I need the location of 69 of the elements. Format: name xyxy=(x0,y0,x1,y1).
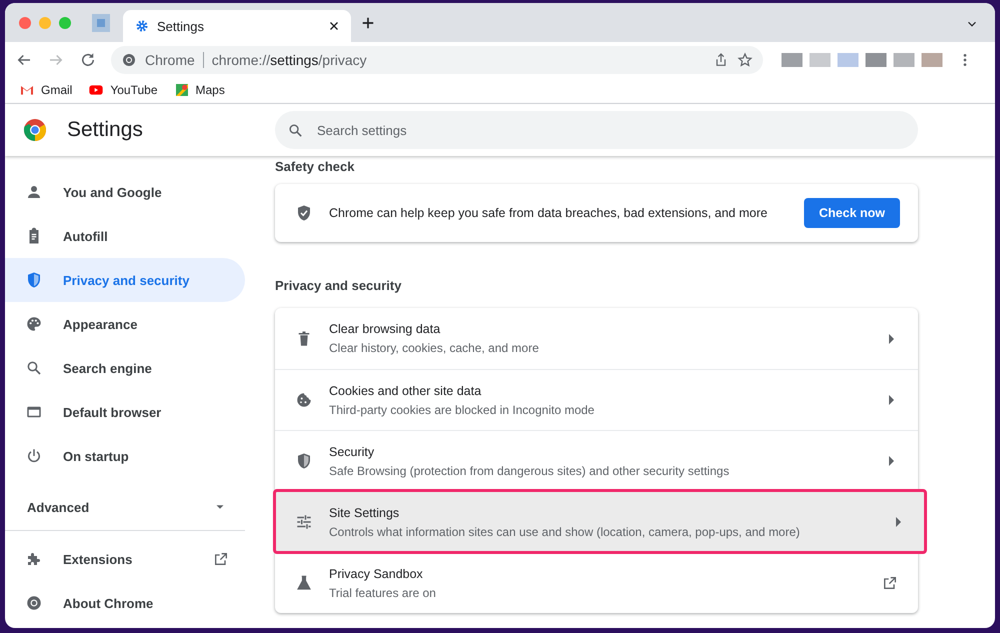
arrow-icon xyxy=(889,456,894,466)
blurred-extension-icon[interactable] xyxy=(893,52,915,66)
gear-icon xyxy=(135,19,149,33)
arrow-icon xyxy=(889,395,894,405)
page-title: Settings xyxy=(67,118,143,142)
sidebar-item[interactable]: About Chrome xyxy=(5,581,245,625)
advanced-toggle[interactable]: Advanced xyxy=(5,484,245,530)
sliders-icon xyxy=(295,513,313,531)
section-heading: Privacy and security xyxy=(275,276,402,295)
bookmark-link[interactable]: Maps xyxy=(174,82,225,98)
power-icon xyxy=(25,447,43,465)
close-window-button[interactable] xyxy=(19,16,31,28)
blurred-extension-icon[interactable] xyxy=(837,52,859,66)
check-now-button[interactable]: Check now xyxy=(804,198,900,228)
puzzle-icon xyxy=(25,550,43,568)
section-heading: Safety check xyxy=(275,158,356,176)
sidebar-item[interactable]: You and Google xyxy=(5,170,245,214)
search-icon xyxy=(25,359,43,377)
row-subtitle: Controls what information sites can use and show (location, camera, pop-ups, and more) xyxy=(329,524,801,538)
zoom-window-button[interactable] xyxy=(59,16,71,28)
site-name-label: Chrome xyxy=(145,52,195,68)
sidebar-item[interactable]: On startup xyxy=(5,434,245,478)
row-subtitle: Trial features are on xyxy=(329,586,437,600)
blurred-extension-icon[interactable] xyxy=(809,52,831,66)
advanced-label: Advanced xyxy=(27,500,90,514)
flask-icon xyxy=(295,574,313,592)
blurred-extension-icon[interactable] xyxy=(865,52,887,66)
row-title: Security xyxy=(329,444,376,458)
settings-row[interactable]: Clear browsing data Clear history, cookies, cache, and more xyxy=(275,308,918,369)
blurred-extension-icon[interactable] xyxy=(921,52,943,66)
settings-row[interactable]: Cookies and other site data Third-party cookies are blocked in Incognito mode xyxy=(275,369,918,430)
sidebar-item[interactable]: Default browser xyxy=(5,390,245,434)
sidebar-item[interactable]: Extensions xyxy=(5,537,245,581)
bookmark-link[interactable]: Gmail xyxy=(19,82,72,98)
row-title: Site Settings xyxy=(329,506,400,520)
reload-icon[interactable] xyxy=(79,50,97,68)
person-icon xyxy=(25,183,43,201)
blurred-extension-icon[interactable] xyxy=(781,52,803,66)
external-link-icon xyxy=(882,575,898,591)
shield-icon xyxy=(25,271,43,289)
row-title: Clear browsing data xyxy=(329,322,442,336)
row-subtitle: Safe Browsing (protection from dangerous sites) and other security settings xyxy=(329,464,730,478)
bookmark-link[interactable]: YouTube xyxy=(88,82,158,98)
arrow-icon xyxy=(896,517,901,527)
external-link-icon xyxy=(213,551,229,567)
cookie-icon xyxy=(295,391,313,409)
search-icon xyxy=(287,122,304,138)
row-title: Privacy Sandbox xyxy=(329,566,424,580)
sidebar-item[interactable]: Appearance xyxy=(5,302,245,346)
arrow-icon xyxy=(889,334,894,344)
settings-row[interactable]: Privacy Sandbox Trial features are on xyxy=(275,552,918,613)
sidebar-item[interactable]: Search engine xyxy=(5,346,245,390)
row-subtitle: Clear history, cookies, cache, and more xyxy=(329,341,540,355)
row-subtitle: Third-party cookies are blocked in Incognito mode xyxy=(329,402,596,416)
sidebar-item[interactable]: Privacy and security xyxy=(5,258,245,302)
shield-check-icon xyxy=(295,204,313,222)
url-text: chrome://settings/privacy xyxy=(212,52,368,68)
safety-check-text: Chrome can help keep you safe from data breaches, bad extensions, and more xyxy=(329,206,768,220)
sidebar-item[interactable]: Autofill xyxy=(5,214,245,258)
star-icon[interactable] xyxy=(737,52,753,68)
address-bar[interactable]: Chrome chrome://settings/privacy xyxy=(111,46,763,74)
map-icon xyxy=(174,82,190,98)
palette-icon xyxy=(25,315,43,333)
settings-row[interactable]: Site Settings Controls what information sites can use and show (location, camera, pop-ups, and more) xyxy=(275,491,925,552)
shield-icon xyxy=(295,452,313,470)
browser-tab[interactable]: Settings xyxy=(123,10,351,42)
row-title: Cookies and other site data xyxy=(329,384,482,398)
search-field[interactable]: Search settings xyxy=(275,111,918,149)
tab-title: Settings xyxy=(157,18,205,34)
